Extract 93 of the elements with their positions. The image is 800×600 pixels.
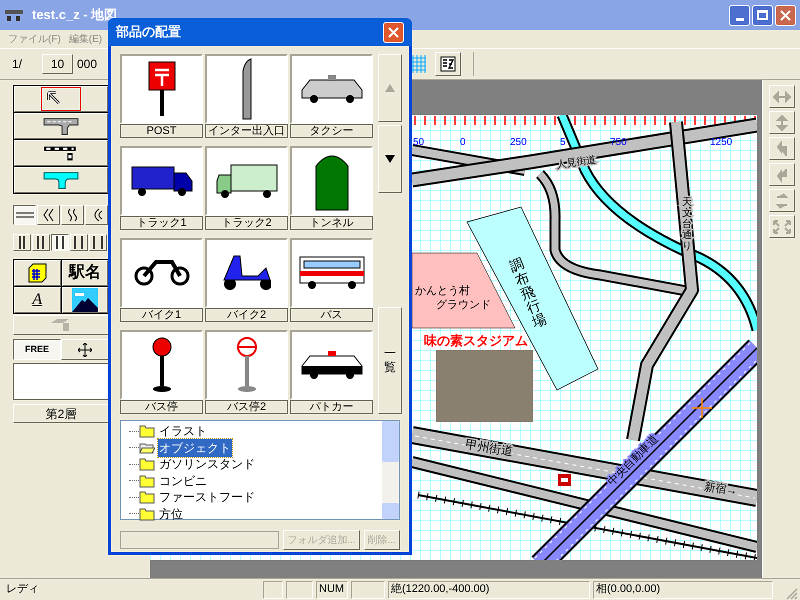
line-width-icon xyxy=(74,236,84,249)
map-label: かんとう村 xyxy=(415,285,470,297)
fit-button[interactable] xyxy=(768,215,794,238)
status-pane xyxy=(263,580,283,598)
folder-item[interactable]: ファーストフード xyxy=(158,488,256,506)
text-tool-button[interactable]: 駅名 xyxy=(62,260,108,286)
building-tool-button[interactable] xyxy=(14,260,60,286)
folder-icon xyxy=(139,440,155,455)
scroll-up-button[interactable] xyxy=(378,54,402,122)
interchange-icon xyxy=(242,58,252,120)
close-button[interactable] xyxy=(775,4,796,26)
relative-coordinates: 相(0.00,0.00) xyxy=(593,580,773,598)
free-mode-button[interactable]: FREE xyxy=(13,339,61,360)
resize-grip-icon[interactable] xyxy=(784,586,798,600)
pointer-tool-button[interactable] xyxy=(14,86,108,112)
app-icon xyxy=(4,8,24,22)
scroll-down-button[interactable] xyxy=(378,125,402,193)
taxi-icon xyxy=(300,74,362,104)
map-label: 味の素スタジアム xyxy=(424,333,528,348)
crosshair-icon xyxy=(691,397,713,419)
line-width-icon xyxy=(56,236,64,249)
line-width-icon xyxy=(37,236,45,249)
mountain-picture-icon xyxy=(72,288,98,312)
bus-stop-icon xyxy=(152,337,172,393)
motorbike-icon xyxy=(134,260,190,286)
truck-icon xyxy=(130,166,192,196)
vflip-button[interactable] xyxy=(768,111,794,134)
close-icon xyxy=(780,10,791,20)
map-label: グラウンド xyxy=(436,299,491,311)
folder-item[interactable]: 方位 xyxy=(158,504,184,523)
turn-right-button[interactable] xyxy=(768,163,794,186)
scale-button[interactable]: 10 xyxy=(42,54,73,74)
close-button[interactable] xyxy=(383,22,404,42)
grid-icon xyxy=(410,55,426,73)
swap-button[interactable] xyxy=(768,189,794,212)
picture-tool-button[interactable] xyxy=(62,287,108,313)
text-field[interactable] xyxy=(120,531,280,549)
folder-item[interactable]: オブジェクト xyxy=(158,438,232,457)
turn-left-button[interactable] xyxy=(768,137,794,160)
folder-icon xyxy=(139,457,155,472)
police-car-icon xyxy=(300,350,362,380)
bus-stop-icon xyxy=(236,337,256,393)
settings-button[interactable] xyxy=(435,52,461,76)
ruler-label: 1250 xyxy=(710,137,732,148)
folder-item[interactable]: コンビニ xyxy=(158,472,208,490)
map-label: 甲州街道 xyxy=(464,437,514,458)
hflip-button[interactable] xyxy=(768,85,794,108)
folder-item[interactable]: イラスト xyxy=(158,422,208,440)
postbox-icon xyxy=(148,61,176,117)
map-label: 新宿→ xyxy=(704,481,738,498)
maximize-button[interactable] xyxy=(752,4,773,26)
road-tool-button[interactable] xyxy=(14,113,108,139)
up-arrow-icon xyxy=(385,84,395,92)
folder-icon xyxy=(139,490,155,504)
scale-label: 1/ xyxy=(12,56,24,73)
folder-item[interactable]: ガソリンスタンド xyxy=(158,455,256,474)
num-lock-indicator: NUM xyxy=(316,580,348,598)
status-pane xyxy=(286,580,313,598)
absolute-coordinates: 絶(1220.00,-400.00) xyxy=(388,580,590,598)
move-mode-button[interactable] xyxy=(61,339,109,360)
bus-icon xyxy=(298,256,364,290)
line-width-button[interactable] xyxy=(51,234,69,251)
status-pane xyxy=(351,580,385,598)
layer-button[interactable]: 第2層 xyxy=(13,404,109,423)
folder-icon xyxy=(139,506,155,521)
settings-icon xyxy=(440,56,456,72)
minimize-button[interactable] xyxy=(729,4,750,26)
river-tool-button[interactable] xyxy=(14,167,108,193)
truck-icon xyxy=(216,164,278,198)
letter-tool-button[interactable]: A xyxy=(14,287,60,313)
shop-marker-icon xyxy=(558,474,571,486)
line-style-button[interactable] xyxy=(13,205,36,225)
scrollbar[interactable] xyxy=(382,421,399,519)
building-icon xyxy=(27,263,48,283)
folder-icon xyxy=(139,474,155,488)
status-text: レディ xyxy=(5,582,40,598)
map-label: 調布飛行場 xyxy=(507,254,549,330)
rail-tool-button[interactable] xyxy=(14,140,108,166)
down-arrow-icon xyxy=(385,155,395,163)
ruler-label: 250 xyxy=(510,137,527,148)
dialog-title: 部品の配置 xyxy=(116,23,181,42)
ruler-label: 5 xyxy=(560,137,566,148)
shadow-tool-button[interactable] xyxy=(13,315,109,335)
close-icon xyxy=(388,26,399,38)
line-width-icon xyxy=(92,236,104,249)
list-button[interactable]: 一覧 xyxy=(378,307,402,414)
folder-icon xyxy=(139,424,155,438)
scooter-icon xyxy=(222,255,270,291)
ruler-label: 0 xyxy=(460,137,466,148)
move-icon xyxy=(78,342,92,356)
line-width-icon xyxy=(18,236,26,249)
ruler-label: 50 xyxy=(413,137,424,148)
scale-label: 000 xyxy=(77,56,98,73)
